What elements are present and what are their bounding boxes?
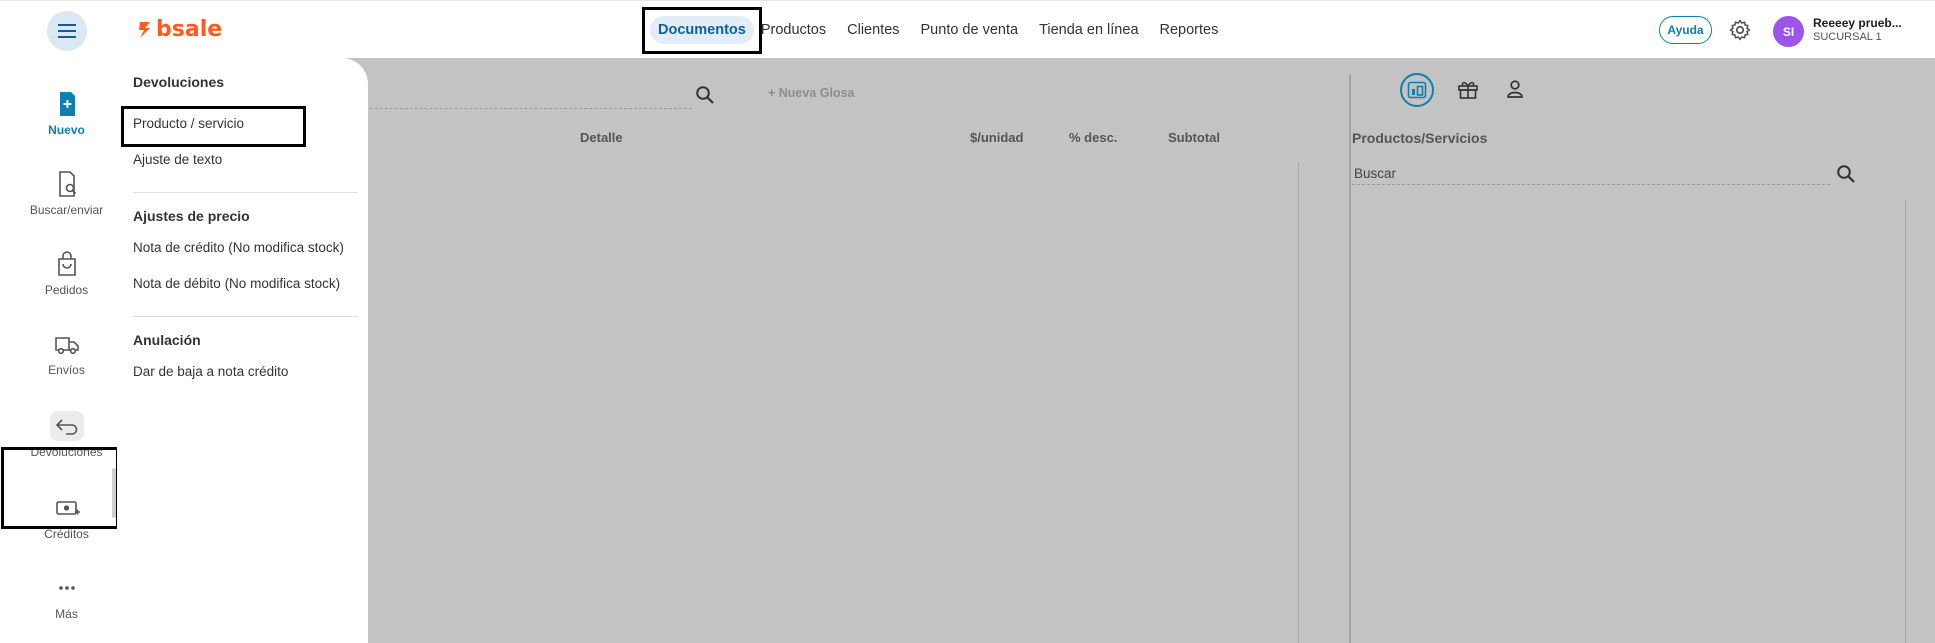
menu-item-nota-de-debito[interactable]: Nota de débito (No modifica stock) [133,276,340,291]
product-grid-icon [1407,81,1427,99]
menu-section-ajustes-de-precio: Ajustes de precio [133,208,250,224]
product-search-button[interactable] [695,85,715,110]
column-subtotal: Subtotal [1168,130,1220,145]
tab-client[interactable] [1505,79,1525,104]
nav-reportes[interactable]: Reportes [1160,22,1219,38]
products-panel: Productos/Servicios Buscar [1352,73,1935,643]
products-search-input[interactable]: Buscar [1352,166,1830,185]
user-avatar[interactable]: SI [1773,16,1804,47]
nav-clientes[interactable]: Clientes [847,22,899,38]
new-gloss-button[interactable]: + Nueva Glosa [768,86,855,100]
search-document-icon [58,171,76,197]
gear-icon [1729,19,1751,41]
sidebar-label-buscar-enviar: Buscar/enviar [29,203,104,217]
sidebar-label-mas: Más [55,607,78,621]
sidebar-scrollbar[interactable] [112,468,116,518]
column-precio-unidad: $/unidad [970,130,1024,145]
highlight-box-documentos [642,7,762,54]
sidebar: Nuevo Buscar/enviar Pedidos Envíos Devol… [0,58,119,643]
tab-products-view[interactable] [1400,73,1434,107]
menu-item-dar-de-baja[interactable]: Dar de baja a nota crédito [133,364,288,379]
menu-divider [133,192,358,193]
column-descuento: % desc. [1069,130,1118,145]
return-arrow-icon [55,419,77,435]
top-bar: bsale Documentos Productos Clientes Punt… [0,0,1935,59]
new-document-icon [59,92,75,116]
sidebar-item-buscar-enviar[interactable]: Buscar/enviar [0,171,133,217]
nav-tienda-en-linea[interactable]: Tienda en línea [1039,22,1138,38]
truck-icon [54,337,79,355]
search-icon [1837,165,1855,183]
highlight-box-devoluciones [1,447,119,529]
menu-section-anulacion: Anulación [133,332,201,348]
column-divider [1298,162,1299,643]
menu-item-ajuste-de-texto[interactable]: Ajuste de texto [133,152,222,167]
column-detalle: Detalle [580,130,623,145]
logo-text: bsale [156,17,223,42]
sidebar-label-envios: Envíos [48,363,85,377]
shopping-bag-icon [57,251,76,276]
devoluciones-icon-bg [49,411,84,441]
menu-button[interactable] [47,11,87,51]
person-icon [1507,80,1523,98]
sidebar-item-pedidos[interactable]: Pedidos [0,251,133,297]
hamburger-icon [58,24,76,38]
products-search-button[interactable] [1836,164,1856,189]
menu-divider [133,316,358,317]
user-info[interactable]: Reeeey prueb... SUCURSAL 1 [1813,16,1902,44]
nav-punto-de-venta[interactable]: Punto de venta [921,22,1019,38]
products-panel-divider [1905,200,1906,643]
products-panel-title: Productos/Servicios [1352,130,1488,146]
user-name: Reeeey prueb... [1813,16,1902,30]
settings-button[interactable] [1728,18,1752,47]
sidebar-item-nuevo[interactable]: Nuevo [0,91,133,137]
menu-section-devoluciones: Devoluciones [133,74,225,90]
sidebar-label-creditos: Créditos [44,527,89,541]
bsale-logo-icon [139,21,150,38]
tab-gifts[interactable] [1457,79,1479,104]
sidebar-item-envios[interactable]: Envíos [0,331,133,377]
nav-productos[interactable]: Productos [761,22,826,38]
search-icon [696,86,714,104]
menu-item-nota-de-credito[interactable]: Nota de crédito (No modifica stock) [133,240,344,255]
bsale-logo[interactable]: bsale [138,17,222,42]
sidebar-item-mas[interactable]: Más [0,575,133,621]
branch-name: SUCURSAL 1 [1813,31,1882,43]
sidebar-label-nuevo: Nuevo [48,123,85,137]
sidebar-label-pedidos: Pedidos [44,283,89,297]
more-dots-icon [58,586,75,590]
gift-icon [1458,81,1478,99]
highlight-box-producto-servicio [121,106,306,147]
help-button[interactable]: Ayuda [1659,16,1712,44]
